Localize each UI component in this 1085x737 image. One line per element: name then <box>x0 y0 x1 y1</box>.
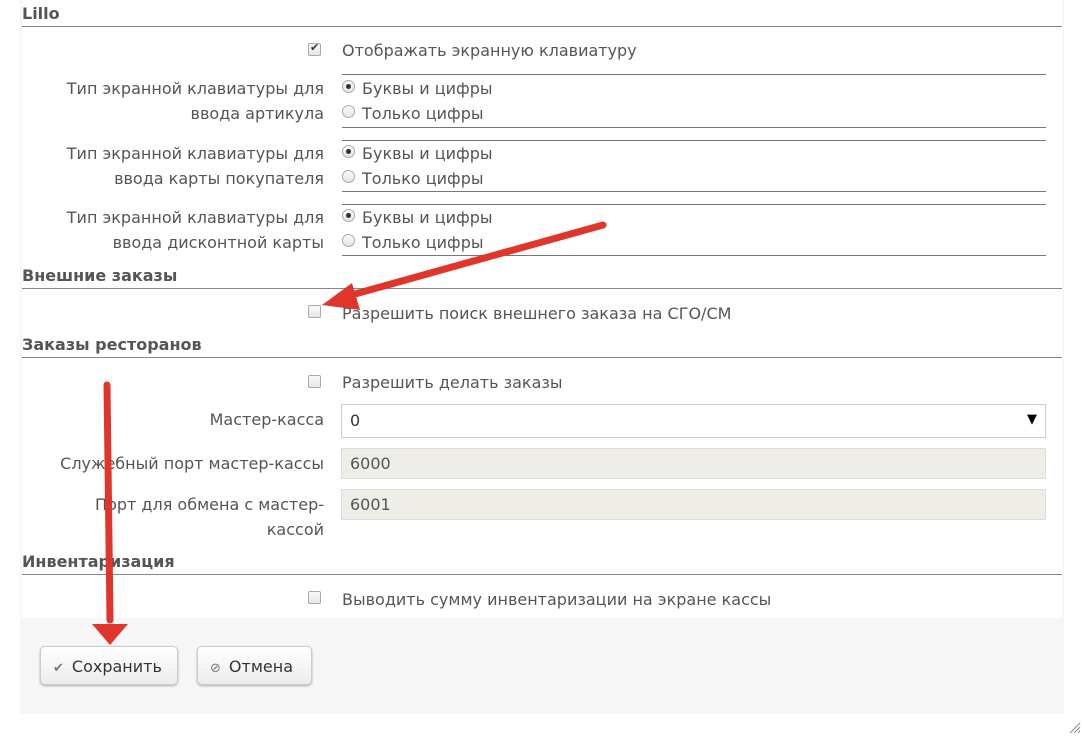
discount-keyboard-label-line2: ввода дисконтной карты <box>112 233 324 252</box>
row-divider <box>342 191 1046 192</box>
section-divider <box>22 574 1062 575</box>
show-keyboard-label: Отображать экранную клавиатуру <box>342 41 637 60</box>
save-button[interactable]: ✔ Сохранить <box>40 646 178 685</box>
allow-external-search-label: Разрешить поиск внешнего заказа на СГО/С… <box>342 304 732 323</box>
discount-letters-label: Буквы и цифры <box>362 208 493 227</box>
card-keyboard-label-line1: Тип экранной клавиатуры для <box>66 144 324 163</box>
section-title-lillo: Lillo <box>22 4 60 23</box>
section-title-inventory: Инвентаризация <box>22 552 175 571</box>
article-letters-label: Буквы и цифры <box>362 79 493 98</box>
article-digits-radio[interactable] <box>342 105 355 118</box>
cancel-button-label: Отмена <box>228 657 293 676</box>
resize-handle-icon[interactable] <box>1067 720 1081 734</box>
service-port-value: 6000 <box>350 454 391 473</box>
chevron-down-icon: ▼ <box>1027 412 1037 427</box>
show-keyboard-checkbox[interactable] <box>308 41 321 56</box>
article-digits-label: Только цифры <box>362 104 484 123</box>
discount-digits-label: Только цифры <box>362 233 484 252</box>
section-title-restaurant-orders: Заказы ресторанов <box>22 335 202 354</box>
discount-digits-radio[interactable] <box>342 234 355 247</box>
cancel-button[interactable]: ⊘ Отмена <box>197 646 312 685</box>
section-divider <box>22 26 1062 27</box>
row-divider <box>342 127 1046 128</box>
section-title-external-orders: Внешние заказы <box>22 266 178 285</box>
card-keyboard-label-line2: ввода карты покупателя <box>114 169 324 188</box>
allow-external-search-checkbox[interactable] <box>308 305 321 318</box>
allow-orders-label: Разрешить делать заказы <box>342 373 563 392</box>
save-button-label: Сохранить <box>71 657 162 676</box>
discount-letters-radio[interactable] <box>342 209 355 222</box>
master-register-value: 0 <box>350 411 361 430</box>
card-digits-radio[interactable] <box>342 170 355 183</box>
row-divider <box>342 74 1046 75</box>
article-letters-radio[interactable] <box>342 80 355 93</box>
show-inventory-sum-checkbox[interactable] <box>308 591 321 604</box>
checkmark-icon: ✔ <box>53 661 64 676</box>
row-divider <box>342 255 1046 256</box>
service-port-field[interactable]: 6000 <box>341 448 1046 479</box>
discount-keyboard-label-line1: Тип экранной клавиатуры для <box>66 208 324 227</box>
master-register-select[interactable]: 0 ▼ <box>341 404 1046 438</box>
service-port-label: Служебный порт мастер-кассы <box>60 454 324 473</box>
master-register-label: Мастер-касса <box>209 410 324 429</box>
section-divider <box>22 357 1062 358</box>
cancel-icon: ⊘ <box>210 661 221 676</box>
article-keyboard-label-line1: Тип экранной клавиатуры для <box>66 79 324 98</box>
article-keyboard-label-line2: ввода артикула <box>190 104 324 123</box>
settings-form: Lillo Отображать экранную клавиатуру Тип… <box>22 0 1062 618</box>
allow-orders-checkbox[interactable] <box>308 375 321 388</box>
exchange-port-label-line1: Порт для обмена с мастер- <box>95 495 324 514</box>
section-divider <box>22 288 1062 289</box>
card-letters-radio[interactable] <box>342 145 355 158</box>
exchange-port-value: 6001 <box>350 495 391 514</box>
card-digits-label: Только цифры <box>362 169 484 188</box>
card-letters-label: Буквы и цифры <box>362 144 493 163</box>
show-inventory-sum-label: Выводить сумму инвентаризации на экране … <box>342 590 772 609</box>
exchange-port-field[interactable]: 6001 <box>341 489 1046 520</box>
exchange-port-label-line2: кассой <box>266 520 324 539</box>
